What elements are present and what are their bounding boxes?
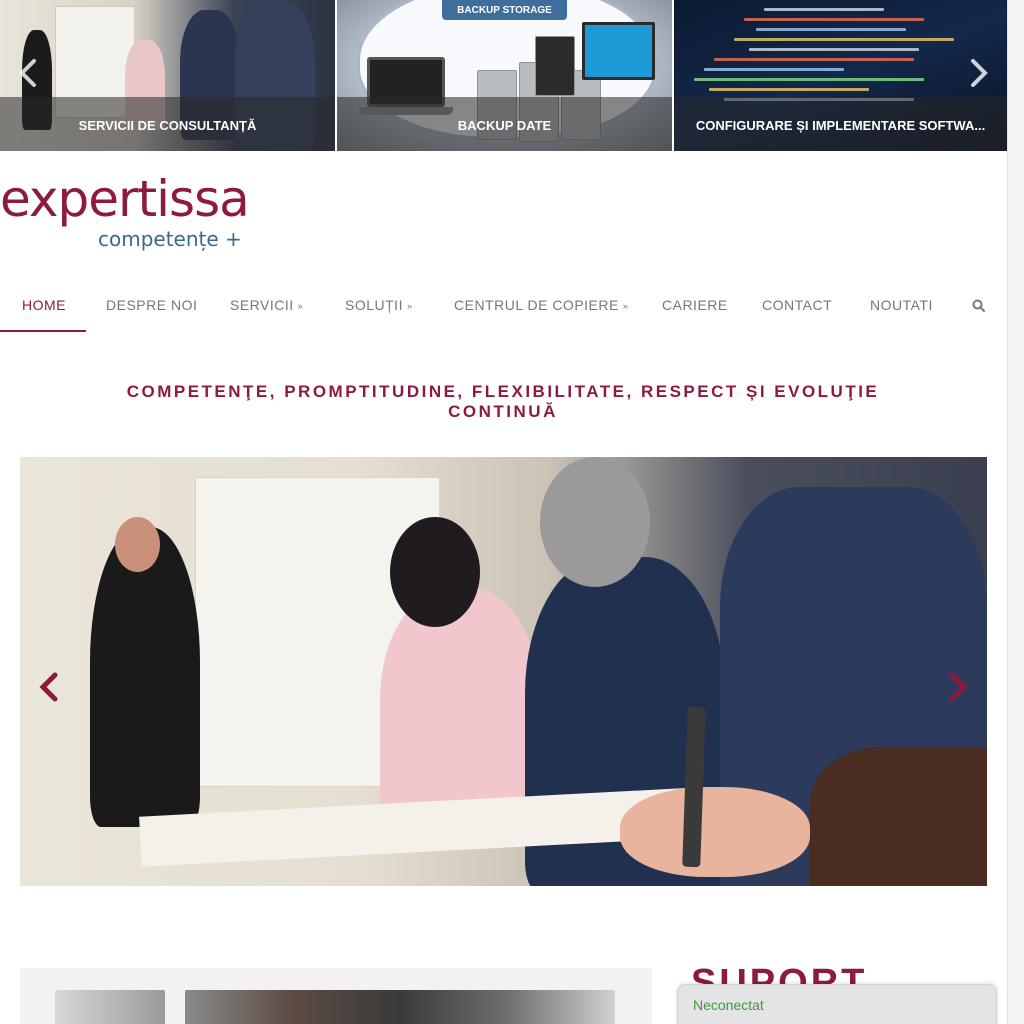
nav-active-indicator bbox=[0, 330, 86, 332]
hand-image bbox=[620, 787, 810, 877]
top-carousel-next-button[interactable] bbox=[965, 55, 993, 91]
slide-caption: CONFIGURARE ȘI IMPLEMENTARE SOFTWA... bbox=[674, 97, 1007, 151]
slide-caption: SERVICII DE CONSULTANȚĂ bbox=[0, 97, 335, 151]
page-tagline: COMPETENŢE, PROMPTITUDINE, FLEXIBILITATE… bbox=[126, 382, 880, 421]
nav-item-noutati[interactable]: NOUTATI bbox=[870, 278, 933, 332]
carousel-slide-backup[interactable]: BACKUP STORAGE BACKUP DATE bbox=[337, 0, 672, 151]
card-thumbnail bbox=[55, 990, 165, 1024]
nav-item-contact[interactable]: CONTACT bbox=[762, 278, 832, 332]
attendee-head bbox=[540, 457, 650, 587]
server-illustration bbox=[535, 36, 575, 96]
chevron-down-icon: » bbox=[297, 300, 304, 311]
carousel-slide-consultanta[interactable]: SERVICII DE CONSULTANȚĂ bbox=[0, 0, 335, 151]
card-thumbnail bbox=[185, 990, 615, 1024]
logo-wordmark: expertissa bbox=[0, 170, 250, 228]
carousel-slide-software[interactable]: CONFIGURARE ȘI IMPLEMENTARE SOFTWA... bbox=[674, 0, 1007, 151]
nav-item-solutii[interactable]: SOLUȚII» bbox=[345, 278, 412, 332]
nav-item-centrul-de-copiere[interactable]: CENTRUL DE COPIERE» bbox=[454, 278, 628, 332]
chevron-down-icon: » bbox=[622, 300, 629, 311]
nav-item-cariere[interactable]: CARIERE bbox=[662, 278, 728, 332]
main-navigation: HOME DESPRE NOI SERVICII» SOLUȚII» CENTR… bbox=[0, 278, 1007, 332]
top-carousel: SERVICII DE CONSULTANȚĂ BACKUP STORAGE B… bbox=[0, 0, 1007, 151]
page-scrollbar[interactable] bbox=[1007, 0, 1024, 1024]
monitor-illustration bbox=[582, 22, 655, 80]
chevron-down-icon: » bbox=[406, 300, 413, 311]
nav-item-despre-noi[interactable]: DESPRE NOI bbox=[106, 278, 197, 332]
search-icon[interactable] bbox=[972, 278, 985, 332]
chat-status-label: Neconectat bbox=[693, 997, 764, 1013]
slide-caption: BACKUP DATE bbox=[337, 97, 672, 151]
site-logo[interactable]: expertissa competențe + bbox=[0, 170, 260, 260]
sleeve-image bbox=[810, 747, 987, 886]
nav-item-servicii[interactable]: SERVICII» bbox=[230, 278, 303, 332]
presenter-figure bbox=[90, 527, 200, 827]
hero-next-button[interactable] bbox=[943, 667, 973, 707]
backup-storage-label: BACKUP STORAGE bbox=[442, 0, 567, 20]
logo-tagline: competențe + bbox=[98, 227, 242, 251]
attendee-head bbox=[390, 517, 480, 627]
feature-card[interactable] bbox=[20, 968, 652, 1024]
hero-prev-button[interactable] bbox=[34, 667, 64, 707]
presenter-head bbox=[115, 517, 160, 572]
live-chat-widget[interactable]: Neconectat bbox=[677, 984, 997, 1024]
nav-item-home[interactable]: HOME bbox=[22, 278, 66, 332]
hero-carousel[interactable] bbox=[20, 457, 987, 886]
top-carousel-prev-button[interactable] bbox=[14, 55, 42, 91]
